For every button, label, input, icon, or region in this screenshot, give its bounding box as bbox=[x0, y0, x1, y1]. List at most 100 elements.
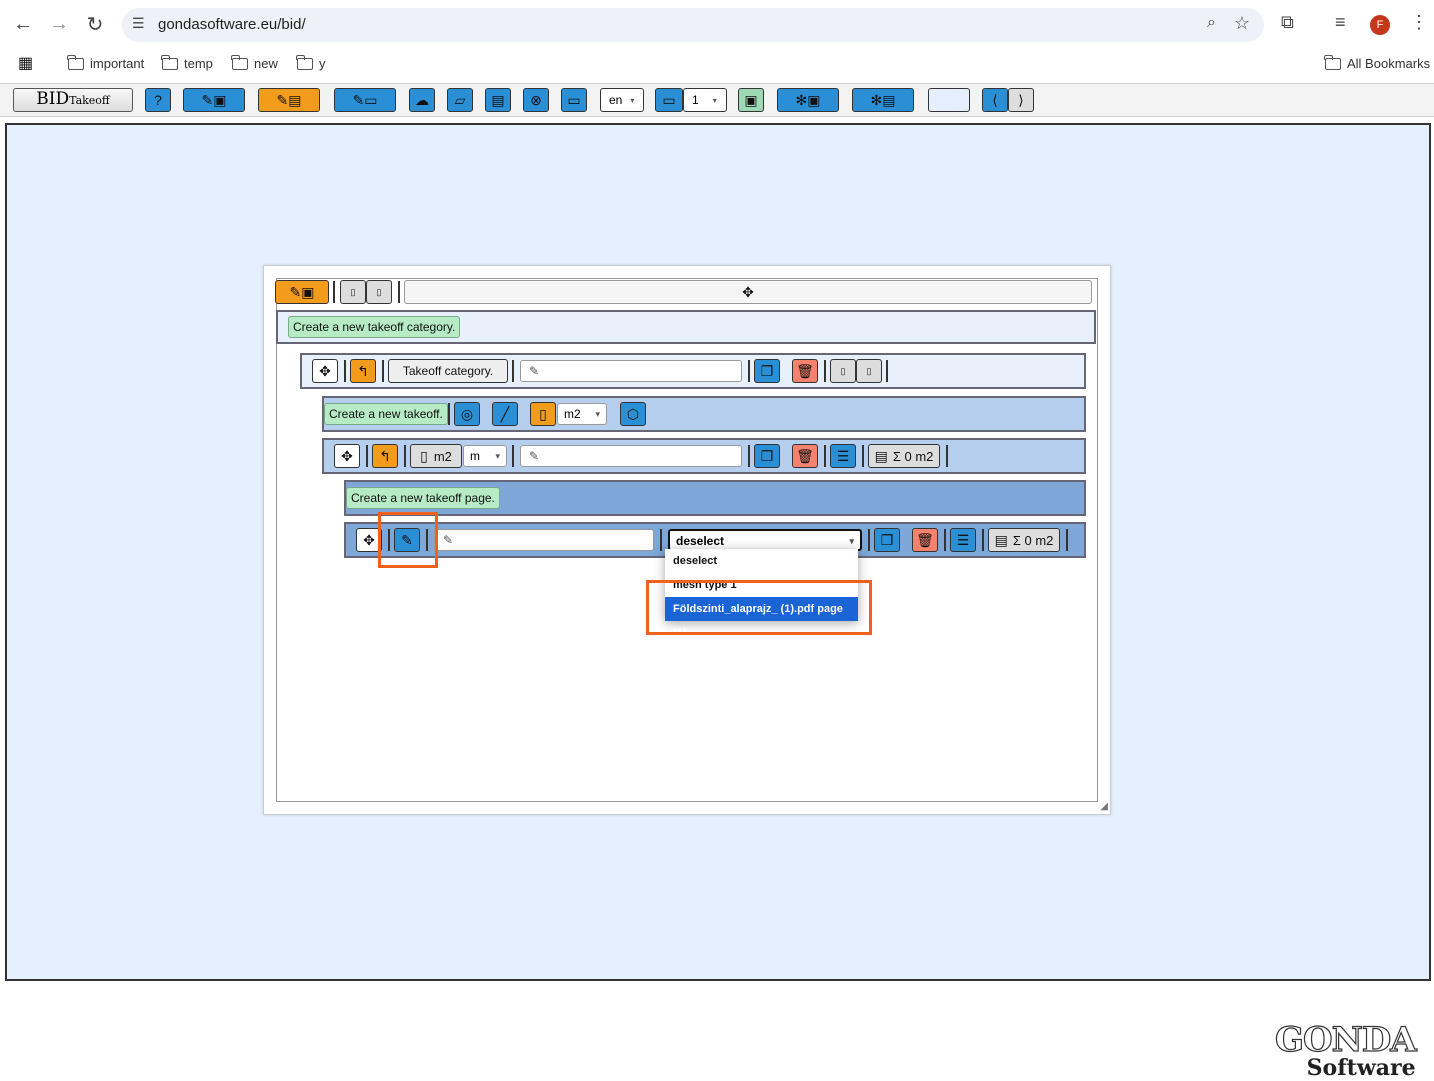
dropdown-option-deselect[interactable]: deselect bbox=[665, 549, 858, 573]
area-tool-button[interactable]: ▯ bbox=[530, 402, 556, 426]
copy-button[interactable]: ❐ bbox=[754, 444, 780, 468]
export-html-button[interactable]: ▯ bbox=[340, 280, 366, 304]
all-bookmarks[interactable]: All Bookmarks bbox=[1324, 54, 1430, 71]
language-select[interactable]: en ▾ bbox=[600, 88, 644, 112]
create-category-hint[interactable]: Create a new takeoff category. bbox=[288, 316, 461, 338]
page-number-select[interactable]: 1 ▾ bbox=[683, 88, 727, 112]
settings-button[interactable]: ☰ bbox=[830, 444, 856, 468]
separator bbox=[824, 360, 826, 382]
apps-grid-icon[interactable]: ▦ bbox=[18, 56, 33, 72]
export-xlsx-button[interactable]: ▯ bbox=[856, 359, 882, 383]
page-icon: ▭ bbox=[662, 92, 676, 108]
create-page-hint[interactable]: Create a new takeoff page. bbox=[346, 487, 500, 509]
bookmark-star-icon[interactable]: ☆ bbox=[1234, 13, 1250, 34]
address-bar[interactable]: ☰ gondasoftware.eu/bid/ ⌕ ☆ bbox=[122, 8, 1264, 42]
back-icon[interactable]: ← bbox=[11, 12, 35, 36]
page-name-input[interactable]: ✎ bbox=[434, 529, 654, 551]
comment-button[interactable]: ▭ bbox=[561, 88, 587, 112]
delete-button[interactable]: 🗑 bbox=[912, 528, 938, 552]
html-file-icon: ▯ bbox=[840, 365, 846, 376]
freeze-ruler-button[interactable]: ✻▤ bbox=[852, 88, 914, 112]
bookmark-temp[interactable]: temp bbox=[161, 54, 213, 71]
comment-icon: ▭ bbox=[567, 92, 581, 108]
reload-icon[interactable]: ↻ bbox=[83, 12, 107, 36]
copy-button[interactable]: ❐ bbox=[754, 359, 780, 383]
category-name-button[interactable]: Takeoff category. bbox=[388, 359, 508, 383]
copy-icon: ❐ bbox=[880, 532, 894, 548]
sum-display[interactable]: ▤ Σ 0 m2 bbox=[988, 528, 1060, 552]
collapse-button[interactable]: ↰ bbox=[350, 359, 376, 383]
move-button[interactable]: ✥ bbox=[312, 359, 338, 383]
chevron-right-icon: ⟩ bbox=[1018, 92, 1024, 108]
previous-button[interactable]: ⟨ bbox=[982, 88, 1008, 112]
new-category-button[interactable]: ✎▣ bbox=[275, 280, 329, 304]
site-settings-icon[interactable]: ☰ bbox=[132, 15, 145, 32]
unit-select[interactable]: m2 ▾ bbox=[557, 403, 607, 425]
bookmark-important[interactable]: important bbox=[67, 54, 144, 71]
delete-button[interactable]: 🗑 bbox=[792, 359, 818, 383]
upload-cloud-button[interactable]: ☁ bbox=[409, 88, 435, 112]
next-button[interactable]: ⟩ bbox=[1008, 88, 1034, 112]
measure-button[interactable]: ✎▤ bbox=[258, 88, 320, 112]
pencil-ruler-icon: ✎▤ bbox=[276, 92, 302, 108]
resize-grip-icon[interactable]: ◢ bbox=[1100, 801, 1108, 812]
sum-display[interactable]: ▤ Σ 0 m2 bbox=[868, 444, 940, 468]
extensions-icon[interactable]: ⧉ bbox=[1281, 12, 1294, 33]
close-button[interactable]: ⊗ bbox=[523, 88, 549, 112]
target-icon: ◎ bbox=[460, 406, 474, 422]
browser-toolbar: ← → ↻ ☰ gondasoftware.eu/bid/ ⌕ ☆ ⧉ ≡ F … bbox=[0, 0, 1434, 50]
bid-takeoff-logo-button[interactable]: BID Takeoff bbox=[13, 88, 133, 112]
create-takeoff-hint[interactable]: Create a new takeoff. bbox=[324, 403, 448, 425]
html-file-icon: ▯ bbox=[350, 286, 356, 297]
takeoff-row: ✥ ↰ ▯ m2 m ▾ ✎ ❐ 🗑 ☰ ▤ Σ 0 m2 bbox=[322, 438, 1086, 474]
chevron-down-icon: ▾ bbox=[495, 451, 500, 461]
move-arrows-icon: ✥ bbox=[363, 532, 375, 548]
console-button[interactable]: ▣ bbox=[738, 88, 764, 112]
open-folder-button[interactable]: ▱ bbox=[447, 88, 473, 112]
draw-panel-button[interactable]: ✎▭ bbox=[334, 88, 396, 112]
separator bbox=[946, 445, 948, 467]
save-button[interactable]: ▤ bbox=[485, 88, 511, 112]
chevron-left-icon: ⟨ bbox=[992, 92, 998, 108]
media-control-icon[interactable]: ≡ bbox=[1335, 12, 1346, 33]
page-view-button[interactable]: ▭ bbox=[655, 88, 683, 112]
volume-tool-button[interactable]: ⬡ bbox=[620, 402, 646, 426]
settings-button[interactable]: ☰ bbox=[950, 528, 976, 552]
trash-icon: 🗑 bbox=[796, 448, 814, 464]
page-source-select[interactable]: deselect ▾ bbox=[668, 529, 862, 551]
color-swatch-button[interactable] bbox=[928, 88, 970, 112]
folder-open-icon: ▱ bbox=[454, 92, 466, 108]
draw-image-button[interactable]: ✎▣ bbox=[183, 88, 245, 112]
bookmark-y[interactable]: y bbox=[296, 54, 326, 71]
separator bbox=[748, 360, 750, 382]
forward-icon[interactable]: → bbox=[47, 12, 71, 36]
takeoff-name-input[interactable]: ✎ bbox=[520, 445, 742, 467]
delete-button[interactable]: 🗑 bbox=[792, 444, 818, 468]
separator bbox=[824, 445, 826, 467]
terminal-icon: ▣ bbox=[744, 92, 758, 108]
length-unit-select[interactable]: m ▾ bbox=[463, 445, 507, 467]
close-circle-icon: ⊗ bbox=[530, 92, 542, 108]
move-arrows-icon: ✥ bbox=[742, 284, 754, 300]
move-button[interactable]: ✥ bbox=[334, 444, 360, 468]
profile-avatar[interactable]: F bbox=[1370, 15, 1390, 35]
category-name-input[interactable]: ✎ bbox=[520, 360, 742, 382]
menu-kebab-icon[interactable]: ⋮ bbox=[1410, 12, 1428, 33]
area-unit-button[interactable]: ▯ m2 bbox=[410, 444, 462, 468]
zoom-icon[interactable]: ⌕ bbox=[1207, 14, 1216, 32]
export-html-button[interactable]: ▯ bbox=[830, 359, 856, 383]
move-arrows-icon: ✥ bbox=[319, 363, 331, 379]
help-button[interactable]: ? bbox=[145, 88, 171, 112]
move-arrows-icon: ✥ bbox=[341, 448, 353, 464]
line-tool-button[interactable]: ╱ bbox=[492, 402, 518, 426]
copy-button[interactable]: ❐ bbox=[874, 528, 900, 552]
collapse-button[interactable]: ↰ bbox=[372, 444, 398, 468]
freeze-image-button[interactable]: ✻▣ bbox=[777, 88, 839, 112]
bookmark-new[interactable]: new bbox=[231, 54, 278, 71]
bookmarks-bar: ▦ important temp new y All Bookmarks bbox=[0, 50, 1434, 82]
panel-drag-handle[interactable]: ✥ bbox=[404, 280, 1092, 304]
chevron-down-icon: ▾ bbox=[595, 409, 600, 419]
count-tool-button[interactable]: ◎ bbox=[454, 402, 480, 426]
export-xlsx-button[interactable]: ▯ bbox=[366, 280, 392, 304]
takeoff-create-row: Create a new takeoff. ◎ ╱ ▯ m2 ▾ ⬡ bbox=[322, 396, 1086, 432]
